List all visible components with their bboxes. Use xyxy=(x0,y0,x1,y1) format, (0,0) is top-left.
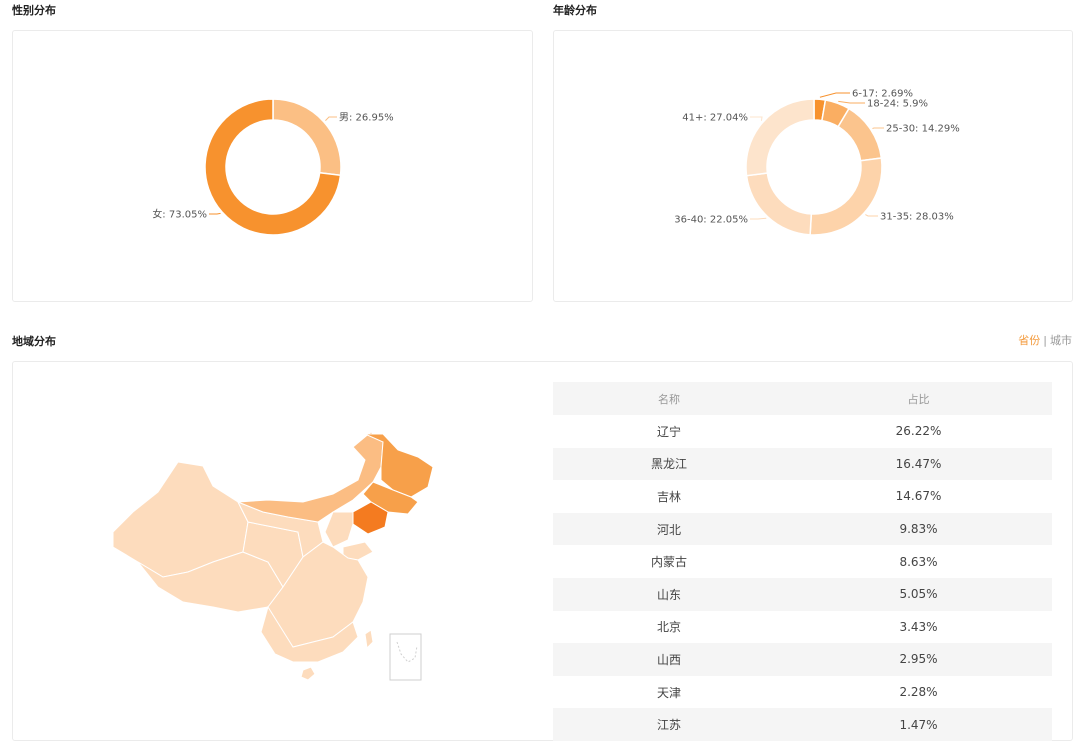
table-row: 山西 2.95% xyxy=(553,643,1052,676)
age-slice[interactable] xyxy=(745,172,813,236)
inset-boundary-line xyxy=(396,641,418,663)
share-column-header: 占比 xyxy=(785,382,1052,415)
province-share-cell: 26.22% xyxy=(895,424,942,439)
hebei-region[interactable] xyxy=(324,511,354,548)
age-slice-label: 31-35: 28.03% xyxy=(880,212,954,223)
south-china-sea-inset xyxy=(389,633,422,681)
hainan-region[interactable] xyxy=(300,666,316,681)
table-row: 河北 9.83% xyxy=(553,512,1052,546)
gender-leader-line xyxy=(325,116,337,121)
gender-slice-label: 男: 26.95% xyxy=(339,112,394,124)
province-name-cell: 辽宁 xyxy=(656,424,681,439)
age-leader-line xyxy=(872,127,884,129)
age-leader-line xyxy=(865,214,878,217)
gender-donut-chart: 男: 26.95% 女: 73.05% xyxy=(152,98,394,236)
age-leader-line xyxy=(838,100,865,104)
province-name-cell: 山东 xyxy=(553,577,785,611)
table-row: 内蒙古 8.63% xyxy=(553,545,1052,578)
table-row: 天津 2.28% xyxy=(553,676,1052,709)
age-leader-line xyxy=(819,92,850,98)
province-share-cell: 1.47% xyxy=(785,708,1052,741)
province-name-cell: 天津 xyxy=(656,685,681,700)
province-name-cell: 山西 xyxy=(553,643,785,676)
age-title: 年龄分布 xyxy=(553,4,597,17)
province-name-cell: 内蒙古 xyxy=(650,555,687,570)
age-slice-label: 25-30: 14.29% xyxy=(886,124,960,135)
age-slice-label: 41+: 27.04% xyxy=(682,113,748,124)
province-share-cell: 14.67% xyxy=(895,489,942,504)
province-share-cell: 9.83% xyxy=(785,512,1052,546)
city-toggle[interactable]: 城市 xyxy=(1050,334,1072,347)
table-row: 北京 3.43% xyxy=(553,611,1052,644)
age-card: 6-17: 2.69% 18-24: 5.9% 25-30: 14.29% 31-35… xyxy=(553,30,1073,302)
region-table: 名称 占比 辽宁 26.22% 黑龙江 16.47% 吉林 14.67% 河北 9.83% 内蒙… xyxy=(553,382,1052,741)
gender-slice-label: 女: 73.05% xyxy=(152,208,207,221)
name-column-header: 名称 xyxy=(553,382,785,415)
province-share-cell: 2.95% xyxy=(785,643,1052,676)
age-slice[interactable] xyxy=(837,107,883,162)
age-slice[interactable] xyxy=(809,157,883,236)
province-share-cell: 5.05% xyxy=(785,577,1052,611)
gender-title: 性别分布 xyxy=(12,4,56,17)
age-slice-label: 18-24: 5.9% xyxy=(867,99,928,110)
age-slice-label: 36-40: 22.05% xyxy=(674,215,748,226)
table-header-row: 名称 占比 xyxy=(553,382,1052,415)
province-name-cell: 北京 xyxy=(656,620,681,635)
gender-slice[interactable] xyxy=(272,98,342,177)
gender-card: 男: 26.95% 女: 73.05% xyxy=(12,30,533,302)
province-share-cell: 8.63% xyxy=(899,554,938,569)
province-share-cell: 16.47% xyxy=(785,447,1052,481)
province-name-cell: 黑龙江 xyxy=(553,447,785,481)
table-row: 辽宁 26.22% xyxy=(553,415,1052,448)
table-row: 黑龙江 16.47% xyxy=(553,447,1052,481)
table-row: 吉林 14.67% xyxy=(553,480,1052,513)
province-name-cell: 江苏 xyxy=(553,708,785,741)
gender-leader-line xyxy=(209,212,221,215)
toggle-separator: | xyxy=(1043,334,1047,347)
age-leader-line xyxy=(750,116,763,121)
province-name-cell: 吉林 xyxy=(656,489,681,504)
province-share-cell: 3.43% xyxy=(899,619,938,634)
province-toggle[interactable]: 省份 xyxy=(1018,334,1040,347)
table-row: 江苏 1.47% xyxy=(553,708,1052,741)
taiwan-region[interactable] xyxy=(364,629,374,650)
region-title: 地域分布 xyxy=(12,335,56,348)
age-slice[interactable] xyxy=(745,98,815,177)
table-row: 山东 5.05% xyxy=(553,577,1052,611)
region-toggle: 省份 | 城市 xyxy=(1018,332,1072,348)
province-name-cell: 河北 xyxy=(553,512,785,546)
age-leader-line xyxy=(750,217,767,220)
province-share-cell: 2.28% xyxy=(899,685,938,700)
china-map xyxy=(112,431,434,681)
age-donut-chart: 6-17: 2.69%18-24: 5.9%25-30: 14.29%31-35… xyxy=(674,89,960,236)
